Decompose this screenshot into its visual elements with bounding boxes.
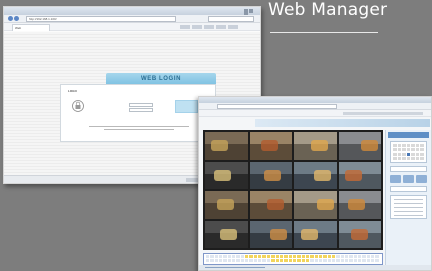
monitor-footer — [199, 265, 431, 270]
channel-select[interactable] — [390, 186, 427, 192]
url-field: http://192.168.1.100/ — [26, 16, 176, 22]
url-field — [217, 104, 337, 109]
stop-button[interactable] — [416, 175, 427, 183]
camera-tile[interactable] — [249, 161, 292, 189]
page-heading: Web Manager — [268, 0, 388, 20]
window-controls — [243, 9, 257, 17]
pause-button[interactable] — [403, 175, 414, 183]
camera-tile[interactable] — [249, 220, 292, 248]
event-list[interactable] — [390, 195, 427, 219]
camera-tile[interactable] — [249, 191, 292, 219]
browser-search-box — [208, 16, 254, 22]
timeline-row — [206, 259, 380, 262]
calendar-widget[interactable] — [390, 141, 427, 163]
heading-underline — [270, 32, 378, 33]
browser-titlebar — [4, 7, 260, 17]
camera-grid — [203, 130, 383, 250]
browser-address-bar — [199, 103, 431, 110]
time-select[interactable] — [390, 166, 427, 172]
login-panel: LOGO — [60, 84, 216, 142]
timeline-row — [206, 255, 380, 258]
browser-tab-bar — [199, 110, 431, 117]
camera-tile[interactable] — [205, 191, 248, 219]
camera-tile[interactable] — [294, 220, 337, 248]
camera-tile[interactable] — [205, 161, 248, 189]
nav-buttons-icon — [8, 16, 20, 22]
user-id-input[interactable] — [129, 103, 153, 107]
password-input[interactable] — [129, 108, 153, 112]
camera-tile[interactable] — [294, 132, 337, 160]
playback-buttons — [390, 175, 427, 183]
browser-tab: Web — [12, 24, 50, 31]
login-logo: LOGO — [68, 89, 77, 93]
side-panel-header — [388, 132, 429, 138]
camera-tile[interactable] — [338, 132, 381, 160]
browser-tab-bar: Web — [4, 23, 260, 31]
lock-icon — [72, 100, 84, 112]
camera-tile[interactable] — [205, 220, 248, 248]
camera-tile[interactable] — [338, 220, 381, 248]
browser-address-bar: http://192.168.1.100/ — [4, 15, 260, 23]
browser-toolbar — [178, 25, 254, 29]
camera-tile[interactable] — [294, 191, 337, 219]
browser-toolbar — [343, 112, 423, 115]
monitor-browser-screenshot — [198, 96, 432, 271]
control-side-panel — [385, 130, 431, 265]
camera-tile[interactable] — [294, 161, 337, 189]
camera-tile[interactable] — [205, 132, 248, 160]
login-button[interactable] — [175, 100, 198, 113]
camera-tile[interactable] — [338, 161, 381, 189]
play-button[interactable] — [390, 175, 401, 183]
camera-tile[interactable] — [338, 191, 381, 219]
monitor-header-strip — [255, 119, 430, 127]
camera-tile[interactable] — [249, 132, 292, 160]
login-note — [79, 124, 199, 134]
playback-timeline[interactable] — [203, 253, 383, 265]
